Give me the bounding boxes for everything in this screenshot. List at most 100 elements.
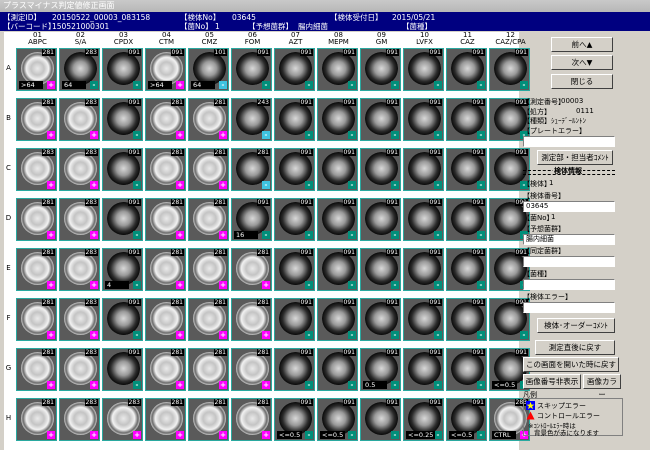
- plate-well-cell[interactable]: 281 +: [16, 348, 57, 391]
- plate-well-cell[interactable]: 091 -: [360, 248, 401, 291]
- judgement-mark[interactable]: -: [133, 381, 141, 389]
- plate-well-cell[interactable]: 091 -: [403, 98, 444, 141]
- plate-well-cell[interactable]: 281 +: [145, 248, 186, 291]
- plate-well-cell[interactable]: 281 +: [145, 148, 186, 191]
- judgement-mark[interactable]: -: [348, 231, 356, 239]
- judgement-mark[interactable]: +: [47, 281, 55, 289]
- plate-well-cell[interactable]: 283 +: [59, 248, 100, 291]
- judgement-mark[interactable]: +: [90, 331, 98, 339]
- plate-well-cell[interactable]: 281 +: [188, 198, 229, 241]
- judgement-mark[interactable]: -: [305, 431, 313, 439]
- plate-well-cell[interactable]: 091 -: [231, 48, 272, 91]
- plate-well-cell[interactable]: 281 +: [188, 248, 229, 291]
- plate-well-cell[interactable]: 091 -: [446, 48, 487, 91]
- specimen-error-field[interactable]: [523, 302, 615, 313]
- plate-well-cell[interactable]: 281 + >64: [16, 48, 57, 91]
- plate-well-cell[interactable]: 281 +: [16, 98, 57, 141]
- plate-well-cell[interactable]: 091 -: [274, 98, 315, 141]
- judgement-mark[interactable]: +: [47, 181, 55, 189]
- plate-well-cell[interactable]: 283 +: [59, 148, 100, 191]
- judgement-mark[interactable]: +: [90, 181, 98, 189]
- plate-well-cell[interactable]: 091 -: [274, 248, 315, 291]
- image-color-button[interactable]: 画像カラー: [583, 374, 621, 399]
- plate-well-cell[interactable]: 243 -: [231, 98, 272, 141]
- plate-well-cell[interactable]: 281 +: [16, 398, 57, 441]
- judgement-mark[interactable]: -: [305, 131, 313, 139]
- judgement-mark[interactable]: -: [305, 281, 313, 289]
- judgement-mark[interactable]: +: [219, 131, 227, 139]
- plate-well-cell[interactable]: 091 -: [274, 48, 315, 91]
- plate-well-cell[interactable]: 091 -: [102, 148, 143, 191]
- judgement-mark[interactable]: +: [262, 381, 270, 389]
- judgement-mark[interactable]: +: [176, 281, 184, 289]
- judgement-mark[interactable]: +: [47, 81, 55, 89]
- plate-well-cell[interactable]: 091 -: [403, 48, 444, 91]
- judgement-mark[interactable]: -: [391, 331, 399, 339]
- judgement-mark[interactable]: -: [262, 231, 270, 239]
- judgement-mark[interactable]: +: [176, 231, 184, 239]
- plate-well-cell[interactable]: 281 +: [231, 398, 272, 441]
- species-field[interactable]: [523, 279, 615, 290]
- judgement-mark[interactable]: +: [47, 431, 55, 439]
- plate-error-field[interactable]: [523, 136, 615, 147]
- judgement-mark[interactable]: +: [219, 231, 227, 239]
- judgement-mark[interactable]: +: [262, 331, 270, 339]
- judgement-mark[interactable]: -: [348, 181, 356, 189]
- judgement-mark[interactable]: -: [391, 381, 399, 389]
- plate-well-cell[interactable]: 091 -: [360, 148, 401, 191]
- plate-well-cell[interactable]: 091 -: [274, 348, 315, 391]
- judgement-mark[interactable]: +: [219, 331, 227, 339]
- plate-well-cell[interactable]: 281 +: [16, 248, 57, 291]
- judgement-mark[interactable]: -: [305, 231, 313, 239]
- expected-field[interactable]: 腸内細菌: [523, 234, 615, 245]
- plate-well-cell[interactable]: 091 -: [102, 298, 143, 341]
- plate-well-cell[interactable]: 091 -: [446, 348, 487, 391]
- judgement-mark[interactable]: +: [90, 281, 98, 289]
- plate-well-cell[interactable]: 281 +: [188, 398, 229, 441]
- judgement-mark[interactable]: +: [47, 131, 55, 139]
- judgement-mark[interactable]: -: [391, 281, 399, 289]
- judgement-mark[interactable]: -: [434, 81, 442, 89]
- plate-well-cell[interactable]: 281 +: [145, 298, 186, 341]
- plate-well-cell[interactable]: 091 -: [403, 348, 444, 391]
- plate-well-cell[interactable]: 091 -: [360, 48, 401, 91]
- plate-well-cell[interactable]: 091 -: [360, 198, 401, 241]
- plate-well-cell[interactable]: 091 -: [317, 298, 358, 341]
- plate-well-cell[interactable]: 091 -: [446, 98, 487, 141]
- plate-well-cell[interactable]: 281 +: [145, 198, 186, 241]
- plate-well-cell[interactable]: 281 +: [231, 348, 272, 391]
- judgement-mark[interactable]: +: [262, 281, 270, 289]
- plate-well-cell[interactable]: 281 +: [188, 148, 229, 191]
- judgement-mark[interactable]: -: [477, 231, 485, 239]
- plate-well-cell[interactable]: 091 -<=0.5: [446, 398, 487, 441]
- judgement-mark[interactable]: -: [477, 331, 485, 339]
- judgement-mark[interactable]: -: [477, 281, 485, 289]
- plate-well-cell[interactable]: 091 -: [102, 198, 143, 241]
- plate-well-cell[interactable]: 091 -: [446, 248, 487, 291]
- judgement-mark[interactable]: +: [133, 431, 141, 439]
- plate-well-cell[interactable]: 091 -16: [231, 198, 272, 241]
- plate-well-cell[interactable]: 091 -: [446, 298, 487, 341]
- judgement-mark[interactable]: -: [477, 381, 485, 389]
- judgement-mark[interactable]: +: [176, 431, 184, 439]
- plate-well-cell[interactable]: 091 -: [274, 148, 315, 191]
- specimen-order-comment-button[interactable]: 検体･オーダーｺﾒﾝﾄ: [537, 318, 615, 333]
- judgement-mark[interactable]: -: [434, 181, 442, 189]
- judgement-mark[interactable]: -: [262, 181, 270, 189]
- plate-well-cell[interactable]: 091 -: [403, 148, 444, 191]
- judgement-mark[interactable]: -: [133, 131, 141, 139]
- plate-well-cell[interactable]: 281 +: [16, 298, 57, 341]
- plate-well-cell[interactable]: 281 +: [231, 298, 272, 341]
- plate-well-cell[interactable]: 091 -: [274, 198, 315, 241]
- plate-well-cell[interactable]: 281 -: [231, 148, 272, 191]
- plate-well-cell[interactable]: 091 -: [446, 198, 487, 241]
- plate-well-cell[interactable]: 281 +: [188, 348, 229, 391]
- comment-button[interactable]: 測定部・担当者ｺﾒﾝﾄ: [537, 150, 613, 165]
- judgement-mark[interactable]: -: [477, 81, 485, 89]
- return-after-measure-button[interactable]: 測定直後に戻す: [535, 340, 615, 355]
- plate-well-cell[interactable]: 091 -: [102, 48, 143, 91]
- judgement-mark[interactable]: -: [348, 381, 356, 389]
- plate-well-cell[interactable]: 091 + >64: [145, 48, 186, 91]
- plate-well-cell[interactable]: 091 -: [317, 148, 358, 191]
- plate-well-cell[interactable]: 091 -0.5: [360, 348, 401, 391]
